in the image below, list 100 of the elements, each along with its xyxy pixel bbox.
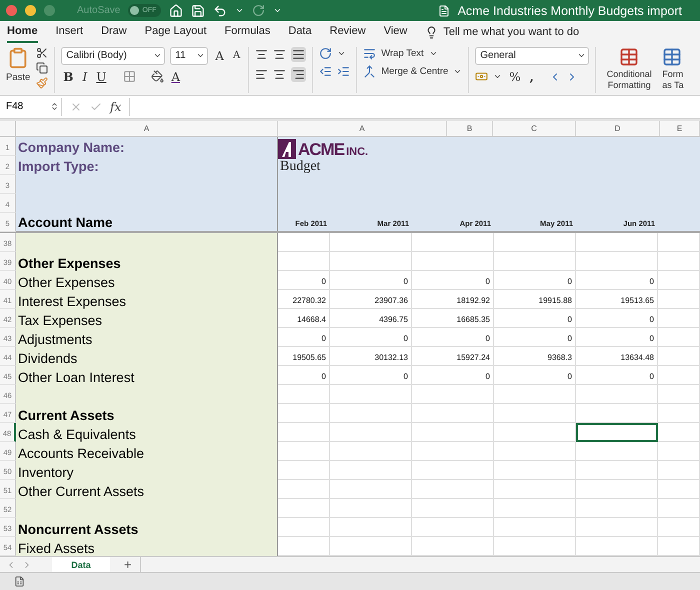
table-cell[interactable]: 4396.75 xyxy=(330,308,412,328)
selected-cell[interactable] xyxy=(576,422,658,442)
table-cell[interactable] xyxy=(330,384,412,404)
table-cell[interactable] xyxy=(330,498,412,518)
table-cell[interactable] xyxy=(658,442,700,461)
table-cell[interactable] xyxy=(658,270,700,290)
table-cell[interactable] xyxy=(576,460,658,480)
bold-button[interactable]: B xyxy=(61,70,76,84)
table-cell[interactable] xyxy=(494,232,576,252)
table-cell[interactable] xyxy=(494,384,576,404)
indent-decrease-icon[interactable] xyxy=(319,64,332,78)
table-cell[interactable] xyxy=(330,442,412,461)
justify-button[interactable] xyxy=(291,66,306,82)
table-cell[interactable] xyxy=(278,480,330,499)
number-format-dropdown[interactable]: General xyxy=(475,46,590,65)
table-cell[interactable] xyxy=(576,252,658,271)
merge-centre-button[interactable]: Merge & Centre xyxy=(381,66,448,77)
table-cell[interactable] xyxy=(412,404,494,423)
align-left-icon[interactable] xyxy=(255,68,268,81)
ribbon-tab[interactable]: Data xyxy=(288,24,312,43)
table-cell[interactable] xyxy=(658,308,700,328)
cancel-icon[interactable] xyxy=(70,100,82,113)
table-cell[interactable]: 0 xyxy=(330,366,412,385)
save-icon[interactable] xyxy=(191,4,206,18)
table-cell[interactable]: 19513.65 xyxy=(576,290,658,309)
column-header[interactable]: B xyxy=(447,120,493,136)
wrap-text-icon[interactable] xyxy=(363,46,376,60)
table-cell[interactable]: 0 xyxy=(412,328,494,347)
column-header[interactable]: E xyxy=(660,120,700,136)
undo-icon[interactable] xyxy=(213,4,228,18)
table-cell[interactable] xyxy=(576,498,658,518)
lightbulb-icon[interactable] xyxy=(425,26,438,39)
table-cell[interactable] xyxy=(658,460,700,480)
table-cell[interactable]: 0 xyxy=(494,328,576,347)
ribbon-tab[interactable]: Insert xyxy=(56,24,84,43)
table-cell[interactable]: 0 xyxy=(494,270,576,290)
currency-icon[interactable] xyxy=(475,70,488,84)
table-cell[interactable] xyxy=(330,480,412,499)
table-cell[interactable] xyxy=(330,404,412,423)
table-cell[interactable]: 15927.24 xyxy=(412,346,494,366)
table-cell[interactable] xyxy=(412,442,494,461)
scissors-icon[interactable] xyxy=(36,46,48,59)
format-as-table-button[interactable]: Form as Ta xyxy=(662,68,688,91)
italic-button[interactable]: I xyxy=(80,70,90,84)
table-cell[interactable]: 0 xyxy=(330,328,412,347)
table-cell[interactable] xyxy=(658,422,700,442)
table-cell[interactable]: 19915.88 xyxy=(494,290,576,309)
table-cell[interactable]: 13634.48 xyxy=(576,346,658,366)
table-cell[interactable] xyxy=(494,498,576,518)
comma-button[interactable]: , xyxy=(528,70,536,84)
table-cell[interactable] xyxy=(658,232,700,252)
merge-icon[interactable] xyxy=(363,64,376,78)
insert-function-button[interactable]: fx xyxy=(110,100,122,114)
copy-icon[interactable] xyxy=(36,62,48,74)
align-center-icon[interactable] xyxy=(273,68,286,81)
table-cell[interactable] xyxy=(278,252,330,271)
conditional-formatting-button[interactable]: Conditional Formatting xyxy=(602,68,656,91)
percent-button[interactable]: % xyxy=(507,70,523,84)
table-cell[interactable] xyxy=(494,460,576,480)
close-button[interactable] xyxy=(6,5,17,16)
table-cell[interactable] xyxy=(278,460,330,480)
table-cell[interactable]: 0 xyxy=(412,270,494,290)
underline-button[interactable]: U xyxy=(94,70,108,84)
table-cell[interactable] xyxy=(278,422,330,442)
table-cell[interactable] xyxy=(330,460,412,480)
table-cell[interactable]: 14668.4 xyxy=(278,308,330,328)
column-header[interactable]: A xyxy=(278,120,447,136)
table-cell[interactable]: 0 xyxy=(278,328,330,347)
align-bottom-button[interactable] xyxy=(291,46,306,62)
table-cell[interactable] xyxy=(494,442,576,461)
column-header[interactable]: D xyxy=(576,120,660,136)
table-cell[interactable] xyxy=(576,518,658,537)
font-size-dropdown[interactable]: 11 xyxy=(170,46,208,65)
align-top-icon[interactable] xyxy=(255,48,268,61)
table-cell[interactable] xyxy=(658,290,700,309)
name-box[interactable]: F48 xyxy=(4,98,62,116)
table-cell[interactable] xyxy=(658,498,700,518)
table-cell[interactable]: 23907.36 xyxy=(330,290,412,309)
table-cell[interactable] xyxy=(278,404,330,423)
zoom-button[interactable] xyxy=(44,5,55,16)
table-cell[interactable]: 0 xyxy=(494,366,576,385)
table-cell[interactable] xyxy=(494,252,576,271)
table-cell[interactable] xyxy=(330,252,412,271)
indent-increase-icon[interactable] xyxy=(337,64,350,78)
fill-color-icon[interactable] xyxy=(151,70,164,84)
align-middle-icon[interactable] xyxy=(273,48,286,61)
ribbon-tab[interactable]: View xyxy=(384,24,408,43)
paste-button[interactable]: Paste xyxy=(6,46,30,93)
table-cell[interactable]: 0 xyxy=(576,308,658,328)
shrink-font-button[interactable]: A xyxy=(230,50,242,62)
minimize-button[interactable] xyxy=(25,5,36,16)
table-cell[interactable]: 0 xyxy=(412,366,494,385)
table-cell[interactable] xyxy=(412,480,494,499)
home-icon[interactable] xyxy=(169,4,184,18)
table-cell[interactable] xyxy=(576,480,658,499)
table-cell[interactable]: 0 xyxy=(494,308,576,328)
table-cell[interactable] xyxy=(278,232,330,252)
table-cell[interactable]: 18192.92 xyxy=(412,290,494,309)
table-cell[interactable] xyxy=(576,442,658,461)
table-cell[interactable]: 30132.13 xyxy=(330,346,412,366)
